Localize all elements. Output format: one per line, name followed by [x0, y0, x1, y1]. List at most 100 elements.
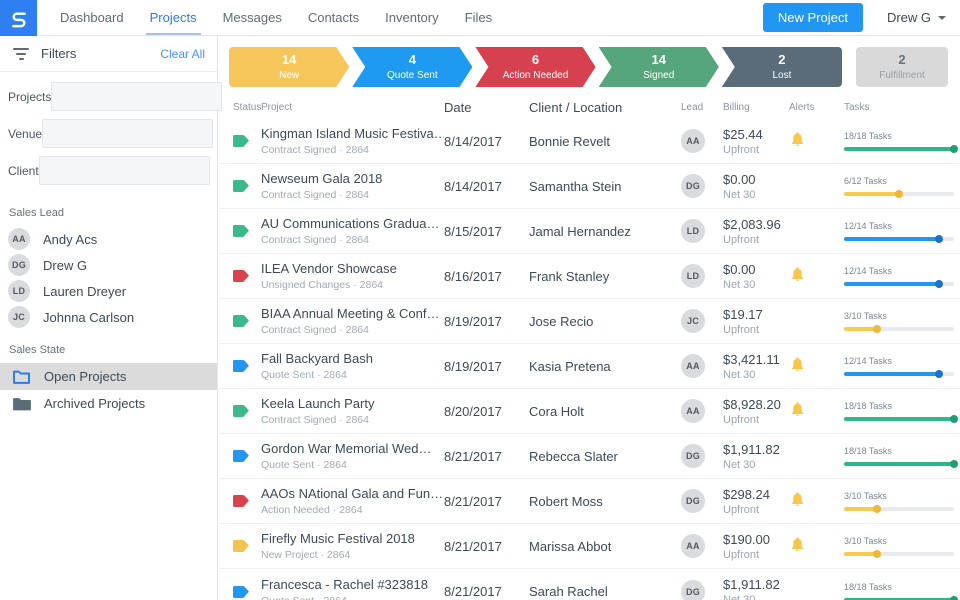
status-tag-icon: [233, 540, 249, 552]
column-header-status[interactable]: Status: [219, 102, 261, 113]
project-row-gordon-war-memorial-wed[interactable]: Gordon War Memorial Wed… Quote Sent · 286…: [219, 434, 960, 479]
user-menu[interactable]: Drew G: [887, 10, 946, 25]
alert-bell[interactable]: [789, 400, 806, 423]
pipeline-stage-new[interactable]: 14 New: [229, 47, 349, 87]
app-logo[interactable]: [0, 0, 37, 36]
status-cell: [219, 180, 261, 192]
filter-field-client: Client: [8, 156, 210, 185]
sales-state-list: Open Projects Archived Projects: [0, 363, 217, 417]
alert-bell[interactable]: [789, 265, 806, 288]
column-header-date[interactable]: Date: [444, 100, 529, 115]
column-header-billing[interactable]: Billing: [723, 102, 787, 113]
column-header-alerts[interactable]: Alerts: [787, 102, 844, 113]
tasks-progress-fill: [844, 282, 939, 286]
nav-item-messages[interactable]: Messages: [210, 0, 295, 35]
venue-filter-input[interactable]: [42, 119, 214, 148]
pipeline-stage-fulfillment[interactable]: 2 Fulfillment: [856, 47, 949, 87]
nav-item-dashboard[interactable]: Dashboard: [47, 0, 137, 35]
column-header-client-location[interactable]: Client / Location: [529, 100, 681, 115]
clear-all-link[interactable]: Clear All: [160, 47, 205, 61]
project-row-keela-launch-party[interactable]: Keela Launch Party Contract Signed · 2864…: [219, 389, 960, 434]
project-row-au-communications-gradua[interactable]: AU Communications Gradua… Contract Signed…: [219, 209, 960, 254]
column-header-project[interactable]: Project: [261, 102, 444, 113]
billing-amount: $1,911.82: [723, 577, 780, 592]
column-header-tasks[interactable]: Tasks: [844, 102, 960, 113]
sales-lead-item-drew-g[interactable]: DG Drew G: [0, 252, 217, 278]
filter-field-label: Venue: [8, 126, 43, 141]
status-cell: [219, 405, 261, 417]
date-cell: 8/19/2017: [444, 358, 502, 374]
tasks-progress-bar: [844, 190, 954, 198]
billing-cell: $25.44 Upfront: [723, 127, 787, 156]
project-row-francesca-rachel-323818[interactable]: Francesca - Rachel #323818 Quote Sent · 2…: [219, 569, 960, 600]
pipeline-stage-action-needed[interactable]: 6 Action Needed: [475, 47, 595, 87]
project-title: Francesca - Rachel #323818: [261, 576, 428, 592]
project-row-kingman-island-music-festiva[interactable]: Kingman Island Music Festiva… Contract Si…: [219, 119, 960, 164]
pipeline-stage-lost[interactable]: 2 Lost: [721, 47, 843, 87]
billing-cell: $298.24 Upfront: [723, 487, 787, 516]
alert-bell[interactable]: [789, 355, 806, 378]
alert-bell[interactable]: [789, 490, 806, 513]
sales-state-item-open-projects[interactable]: Open Projects: [0, 363, 217, 390]
tasks-cell: 12/14 Tasks: [844, 221, 960, 243]
alert-bell[interactable]: [789, 130, 806, 153]
sales-lead-item-johnna-carlson[interactable]: JC Johnna Carlson: [0, 304, 217, 330]
alert-bell[interactable]: [789, 535, 806, 558]
project-cell: Francesca - Rachel #323818 Quote Sent · 2…: [261, 577, 444, 600]
project-title: Newseum Gala 2018: [261, 171, 383, 186]
lead-name: Drew G: [43, 257, 88, 273]
client-filter-input[interactable]: [38, 156, 210, 185]
sales-lead-item-lauren-dreyer[interactable]: LD Lauren Dreyer: [0, 278, 217, 304]
project-subtitle: New Project · 2864: [261, 549, 351, 561]
nav-item-projects[interactable]: Projects: [137, 0, 210, 35]
project-row-fall-backyard-bash[interactable]: Fall Backyard Bash Quote Sent · 2864 8/19/…: [219, 344, 960, 389]
nav-item-files[interactable]: Files: [452, 0, 505, 35]
billing-amount: $298.24: [723, 486, 770, 502]
status-tag-icon: [233, 360, 249, 372]
tasks-progress-bar: [844, 460, 958, 468]
project-row-biaa-annual-meeting-conf[interactable]: BIAA Annual Meeting & Conf… Contract Sign…: [219, 299, 960, 344]
sales-lead-item-andy-acs[interactable]: AA Andy Acs: [0, 226, 217, 252]
project-cell: Kingman Island Music Festiva… Contract Si…: [261, 126, 444, 156]
project-row-newseum-gala-2018[interactable]: Newseum Gala 2018 Contract Signed · 2864 8…: [219, 164, 960, 209]
projects-filter-input[interactable]: [51, 82, 223, 111]
filters-sidebar: Filters Clear All Projects Venue Client Sa…: [0, 36, 223, 600]
stage-count: 14: [651, 52, 666, 68]
alert-bell-icon: [791, 356, 804, 371]
status-cell: [219, 135, 261, 147]
project-row-ilea-vendor-showcase[interactable]: ILEA Vendor Showcase Unsigned Changes · 2…: [219, 254, 960, 299]
project-title: BIAA Annual Meeting & Conf…: [261, 306, 440, 321]
sales-state-item-archived-projects[interactable]: Archived Projects: [0, 390, 217, 417]
pipeline-stage-quote-sent[interactable]: 4 Quote Sent: [352, 47, 472, 87]
lead-avatar: LD: [681, 219, 705, 243]
billing-cell: $2,083.96 Upfront: [723, 217, 787, 246]
filters-title: Filters: [41, 46, 77, 61]
tasks-progress-bar: [844, 325, 954, 333]
date-cell: 8/21/2017: [444, 538, 502, 554]
project-subtitle: Quote Sent · 2864: [261, 369, 347, 381]
tasks-progress-dot: [950, 460, 958, 468]
stage-count: 14: [281, 52, 297, 68]
status-tag-icon: [233, 495, 249, 507]
project-subtitle: Quote Sent · 2864: [261, 459, 347, 471]
new-project-button[interactable]: New Project: [762, 3, 863, 32]
column-header-lead[interactable]: Lead: [681, 102, 723, 113]
tasks-cell: 18/18 Tasks: [844, 446, 960, 468]
project-row-firefly-music-festival-2018[interactable]: Firefly Music Festival 2018 New Project ·…: [219, 524, 960, 569]
pipeline-bar: 14 New 4 Quote Sent 6 Action Needed 14 Signed 2 L…: [229, 47, 949, 87]
project-title: Firefly Music Festival 2018: [261, 531, 415, 546]
billing-cell: $1,911.82 Net 30: [723, 442, 787, 471]
status-tag-icon: [233, 450, 249, 462]
tasks-progress-dot: [873, 505, 881, 513]
alerts-cell: [787, 400, 844, 423]
billing-cell: $0.00 Net 30: [723, 262, 787, 291]
client-cell: Marissa Abbot: [529, 538, 612, 554]
nav-right: New Project Drew G: [762, 3, 960, 32]
nav-item-inventory[interactable]: Inventory: [372, 0, 451, 35]
billing-term: Net 30: [723, 278, 756, 291]
project-row-aaos-national-gala-and-fun[interactable]: AAOs NAtional Gala and Fun… Action Needed…: [219, 479, 960, 524]
folder-filled-icon: [13, 398, 31, 411]
brand-s-icon: [11, 11, 26, 27]
nav-item-contacts[interactable]: Contacts: [295, 0, 372, 35]
pipeline-stage-signed[interactable]: 14 Signed: [599, 47, 719, 87]
